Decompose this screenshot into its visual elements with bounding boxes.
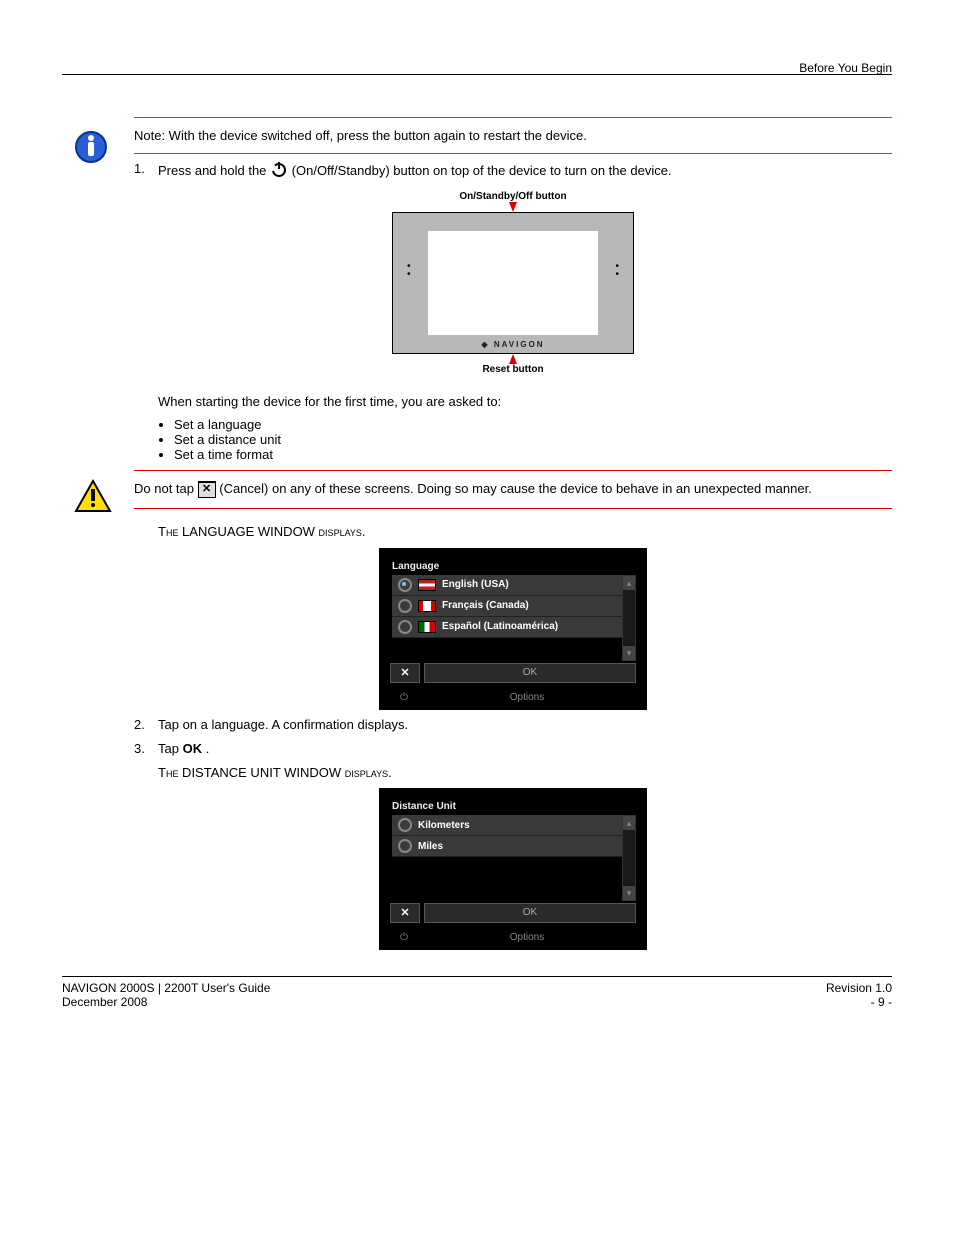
scroll-up-icon[interactable]: ▴ — [623, 576, 635, 590]
caution-after: (Cancel) on any of these screens. Doing … — [219, 481, 812, 496]
distance-window-paragraph: The DISTANCE UNIT WINDOW displays. — [158, 764, 892, 782]
step-3-ok: OK — [183, 741, 203, 756]
ss2-power-icon[interactable]: ⏻ — [390, 932, 418, 943]
header-divider: Before You Begin — [62, 74, 892, 91]
footer-title: NAVIGON 2000S | 2200T User's Guide — [62, 981, 270, 995]
ss2-list: Kilometers Miles — [392, 815, 624, 857]
ss1-list: English (USA) Français (Canada) Español … — [392, 575, 624, 638]
scroll-down-icon[interactable]: ▾ — [623, 646, 635, 660]
ss1-option-espanol[interactable]: Español (Latinoamérica) — [392, 617, 624, 638]
arrow-up-icon — [509, 354, 517, 364]
language-window-paragraph: The LANGUAGE WINDOW displays. — [158, 523, 892, 541]
info-icon — [74, 130, 108, 167]
radio-icon — [398, 620, 412, 634]
caution-text: Do not tap ✕ (Cancel) on any of these sc… — [134, 481, 812, 496]
scroll-down-icon[interactable]: ▾ — [623, 886, 635, 900]
step-3-number: 3. — [134, 740, 158, 758]
brand-text: NAVIGON — [494, 340, 545, 349]
ss1-power-icon[interactable]: ⏻ — [390, 692, 418, 703]
step-1-text-after: (On/Off/Standby) button on top of the de… — [292, 163, 672, 178]
bullet-distance: Set a distance unit — [174, 432, 892, 447]
step-3: 3. Tap OK . — [134, 740, 892, 758]
device-screen — [428, 231, 598, 335]
ss1-scrollbar[interactable]: ▴ ▾ — [622, 575, 636, 661]
step-2: 2. Tap on a language. A confirmation dis… — [134, 716, 892, 734]
flag-usa-icon — [418, 579, 436, 591]
step-3-text: Tap OK . — [158, 740, 209, 758]
device-brand: ◆ NAVIGON — [393, 340, 633, 349]
ss2-option-miles[interactable]: Miles — [392, 836, 624, 857]
language-screenshot: Language English (USA) Français (Canada) — [379, 548, 647, 710]
caution-before: Do not tap — [134, 481, 198, 496]
radio-icon — [398, 818, 412, 832]
ss2-option-kilometers[interactable]: Kilometers — [392, 815, 624, 836]
ss1-label-fr: Français (Canada) — [442, 600, 529, 611]
warning-icon — [74, 479, 112, 516]
step-1-number: 1. — [134, 160, 158, 183]
flag-canada-icon — [418, 600, 436, 612]
first-time-paragraph: When starting the device for the first t… — [158, 393, 892, 411]
ss1-label-es: Español (Latinoamérica) — [442, 621, 558, 632]
figure-bottom-label: Reset button — [373, 364, 653, 375]
left-dots-icon: •• — [407, 263, 411, 279]
ss2-label-mi: Miles — [418, 841, 443, 852]
step-1-text: Press and hold the (On/Off/Standby) butt… — [158, 160, 672, 183]
scroll-up-icon[interactable]: ▴ — [623, 816, 635, 830]
radio-icon — [398, 839, 412, 853]
bullet-time: Set a time format — [174, 447, 892, 462]
ss2-ok-button[interactable]: OK — [424, 903, 636, 923]
arrow-down-icon — [509, 202, 517, 212]
ss1-cancel-button[interactable]: ✕ — [390, 663, 420, 683]
distance-screenshot: Distance Unit Kilometers Miles ▴ ▾ — [379, 788, 647, 950]
ss1-option-english[interactable]: English (USA) — [392, 575, 624, 596]
step-1: 1. Press and hold the (On/Off/Standby) b… — [134, 160, 892, 183]
ss1-label-en: English (USA) — [442, 579, 509, 590]
brand-diamond-icon: ◆ — [481, 340, 489, 349]
step-3-before: Tap — [158, 741, 183, 756]
radio-icon — [398, 578, 412, 592]
footer-page: - 9 - — [826, 995, 892, 1009]
ss1-options-button[interactable]: Options — [418, 692, 636, 703]
cancel-inline-icon: ✕ — [198, 481, 216, 498]
device-outline: •• •• ◆ NAVIGON — [392, 212, 634, 354]
bullet-language: Set a language — [174, 417, 892, 432]
ss2-scrollbar[interactable]: ▴ ▾ — [622, 815, 636, 901]
header-right-text: Before You Begin — [799, 61, 892, 75]
step-2-number: 2. — [134, 716, 158, 734]
step-1-text-before: Press and hold the — [158, 163, 270, 178]
footer-date: December 2008 — [62, 995, 270, 1009]
power-icon — [270, 160, 288, 183]
ss2-options-button[interactable]: Options — [418, 932, 636, 943]
language-window-text: The LANGUAGE WINDOW displays. — [158, 524, 366, 539]
caution-callout: Do not tap ✕ (Cancel) on any of these sc… — [134, 470, 892, 509]
ss2-cancel-button[interactable]: ✕ — [390, 903, 420, 923]
ss1-ok-button[interactable]: OK — [424, 663, 636, 683]
right-dots-icon: •• — [615, 263, 619, 279]
note-text: Note: With the device switched off, pres… — [134, 128, 587, 143]
device-figure: On/Standby/Off button •• •• ◆ NAVIGON Re… — [373, 191, 653, 375]
footer-revision: Revision 1.0 — [826, 981, 892, 995]
ss1-option-francais[interactable]: Français (Canada) — [392, 596, 624, 617]
footer-divider: NAVIGON 2000S | 2200T User's Guide Decem… — [62, 976, 892, 1009]
flag-mexico-icon — [418, 621, 436, 633]
step-2-text: Tap on a language. A confirmation displa… — [158, 716, 408, 734]
radio-icon — [398, 599, 412, 613]
note-callout: Note: With the device switched off, pres… — [134, 117, 892, 154]
distance-window-text: The DISTANCE UNIT WINDOW displays. — [158, 765, 392, 780]
ss2-label-km: Kilometers — [418, 820, 470, 831]
ss1-title: Language — [392, 561, 439, 572]
ss2-title: Distance Unit — [392, 801, 456, 812]
step-3-after: . — [206, 741, 210, 756]
figure-top-label: On/Standby/Off button — [373, 191, 653, 202]
